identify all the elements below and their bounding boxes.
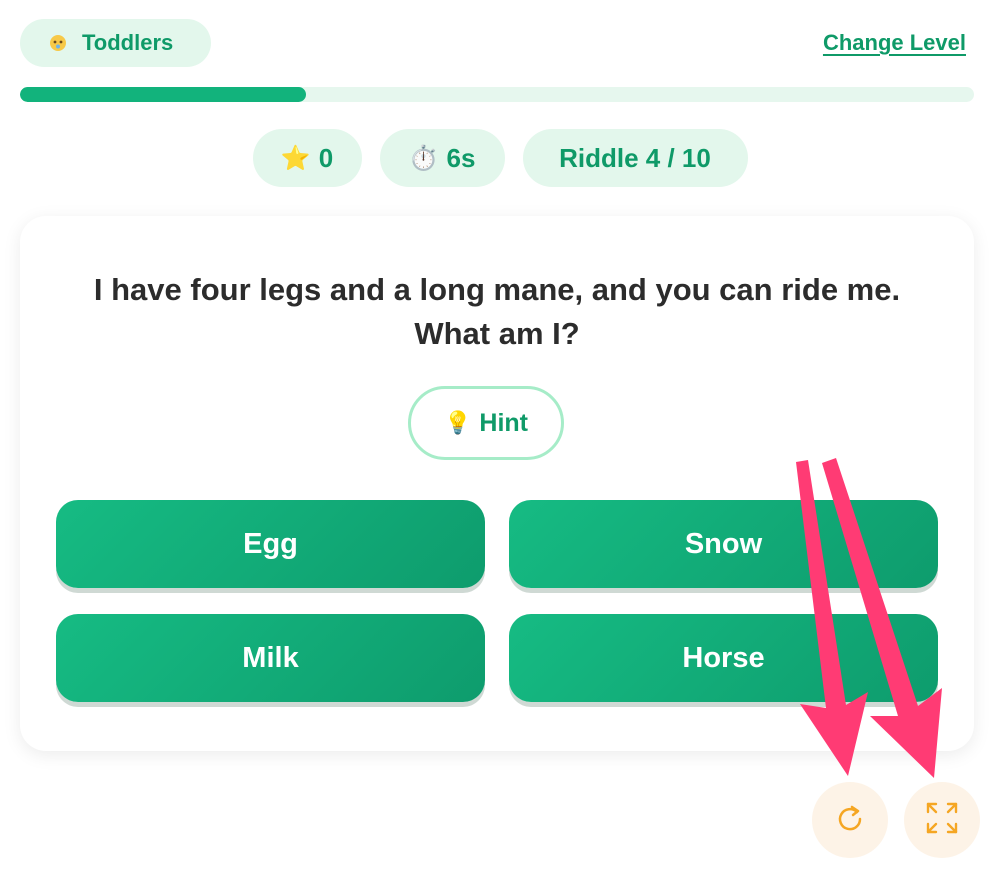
hint-label: Hint bbox=[479, 408, 528, 437]
stats-row: ⭐ 0 ⏱️ 6s Riddle 4 / 10 bbox=[0, 129, 1000, 187]
riddle-card: I have four legs and a long mane, and yo… bbox=[20, 216, 974, 751]
riddle-question-line-1: I have four legs and a long mane, and yo… bbox=[93, 272, 901, 307]
riddle-question-line-2: What am I? bbox=[414, 316, 580, 351]
answer-button-snow[interactable]: Snow bbox=[509, 500, 938, 588]
answer-button-milk[interactable]: Milk bbox=[56, 614, 485, 702]
timer: ⏱️ 6s bbox=[379, 129, 505, 187]
stars-counter: ⭐ 0 bbox=[252, 129, 362, 187]
riddle-question: I have four legs and a long mane, and yo… bbox=[60, 268, 934, 356]
level-badge: Toddlers bbox=[20, 19, 211, 67]
progress-bar bbox=[20, 87, 974, 102]
restart-button[interactable] bbox=[812, 782, 888, 858]
hint-button[interactable]: 💡 Hint bbox=[408, 386, 564, 460]
star-icon: ⭐ bbox=[280, 144, 311, 172]
lightbulb-icon: 💡 bbox=[443, 410, 472, 435]
answer-button-egg[interactable]: Egg bbox=[56, 500, 485, 588]
baby-icon bbox=[48, 33, 68, 53]
fullscreen-icon bbox=[924, 800, 960, 841]
timer-value: 6s bbox=[446, 142, 476, 173]
answer-button-horse[interactable]: Horse bbox=[509, 614, 938, 702]
stopwatch-icon: ⏱️ bbox=[408, 144, 439, 172]
stars-value: 0 bbox=[318, 142, 334, 173]
progress-fill bbox=[20, 87, 307, 102]
fullscreen-button[interactable] bbox=[904, 782, 980, 858]
riddle-label: Riddle 4 / 10 bbox=[559, 142, 711, 173]
change-level-link[interactable]: Change Level bbox=[823, 30, 966, 56]
level-label: Toddlers bbox=[82, 30, 174, 55]
riddle-counter: Riddle 4 / 10 bbox=[522, 129, 748, 187]
restart-icon bbox=[835, 803, 865, 838]
